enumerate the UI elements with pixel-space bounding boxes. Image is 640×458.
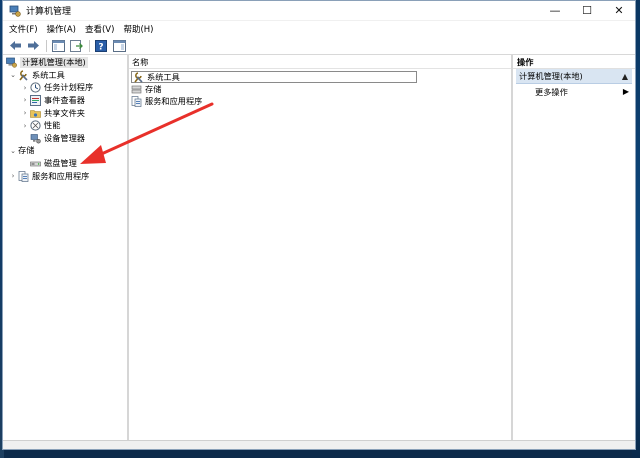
shared-folder-icon: [30, 109, 41, 118]
show-hide-tree-button[interactable]: [50, 38, 66, 54]
clock-icon: [30, 82, 41, 93]
panes: 计算机管理(本地) ⌄ 系统工具 › 任务计划程序 › 事件查看器 › 共享文件: [3, 55, 635, 440]
tree-item-event-viewer[interactable]: › 事件查看器: [3, 94, 127, 107]
export-list-button[interactable]: [68, 38, 84, 54]
storage-icon: [131, 85, 142, 93]
tree-label: 共享文件夹: [44, 107, 85, 118]
back-arrow-icon: [9, 41, 21, 50]
console-tree-icon: [51, 39, 65, 52]
computer-management-icon: [9, 5, 21, 17]
computer-management-icon: [6, 57, 17, 68]
help-button[interactable]: ?: [93, 38, 109, 54]
tree-label: 系统工具: [32, 69, 65, 80]
toolbar: ?: [3, 37, 635, 55]
tools-icon: [19, 70, 28, 81]
list-item-services-and-applications[interactable]: 服务和应用程序: [129, 95, 511, 107]
title-bar[interactable]: 计算机管理 — ☐ ✕: [3, 1, 635, 21]
actions-header: 操作: [513, 55, 635, 69]
collapsed-chevron-icon[interactable]: ›: [20, 95, 30, 105]
help-icon: ?: [95, 39, 107, 52]
show-hide-action-pane-button[interactable]: [111, 38, 127, 54]
tree-item-task-scheduler[interactable]: › 任务计划程序: [3, 82, 127, 95]
submenu-arrow-icon: ▶: [622, 87, 629, 96]
performance-icon: [30, 120, 41, 131]
tree-item-storage[interactable]: ⌄ 存储: [3, 145, 127, 158]
tree-item-system-tools[interactable]: ⌄ 系统工具: [3, 69, 127, 82]
forward-arrow-icon: [27, 41, 39, 50]
services-icon: [131, 95, 142, 107]
computer-management-window: 计算机管理 — ☐ ✕ 文件(F) 操作(A) 查看(V) 帮助(H) ? 计算…: [2, 0, 636, 450]
more-actions-label: 更多操作: [535, 87, 568, 97]
tree-item-services-and-applications[interactable]: › 服务和应用程序: [3, 170, 127, 183]
menu-bar: 文件(F) 操作(A) 查看(V) 帮助(H): [3, 21, 635, 37]
menu-action[interactable]: 操作(A): [47, 23, 76, 35]
minimize-button[interactable]: —: [539, 1, 571, 21]
results-pane[interactable]: 名称 系统工具 存储 服务和应用程序: [129, 55, 513, 440]
tree-label: 磁盘管理: [44, 157, 77, 168]
services-icon: [18, 170, 29, 182]
collapse-up-icon[interactable]: ▲: [622, 72, 628, 81]
collapsed-chevron-icon[interactable]: ›: [20, 83, 30, 93]
actions-group-computer-management[interactable]: 计算机管理(本地) ▲: [516, 69, 632, 84]
tree-label: 任务计划程序: [44, 82, 94, 93]
export-icon: [69, 39, 83, 52]
list-item-label: 服务和应用程序: [145, 96, 203, 106]
maximize-button[interactable]: ☐: [571, 1, 603, 21]
tree-label: 存储: [18, 145, 35, 156]
status-bar: [3, 440, 635, 449]
forward-button[interactable]: [25, 38, 41, 54]
actions-pane: 操作 计算机管理(本地) ▲ 更多操作 ▶: [513, 55, 635, 440]
tree-item-device-manager[interactable]: 设备管理器: [3, 132, 127, 145]
menu-help[interactable]: 帮助(H): [123, 23, 153, 35]
expanded-chevron-icon[interactable]: ⌄: [8, 70, 18, 80]
svg-text:?: ?: [98, 42, 103, 52]
collapsed-chevron-icon[interactable]: ›: [8, 171, 18, 181]
tree-item-disk-management[interactable]: 磁盘管理: [3, 157, 127, 170]
device-manager-icon: [30, 133, 41, 144]
toolbar-separator: [46, 39, 47, 52]
menu-view[interactable]: 查看(V): [85, 23, 114, 35]
tree-item-computer-management[interactable]: 计算机管理(本地): [3, 55, 127, 69]
toolbar-separator: [89, 39, 90, 52]
tree-label: 事件查看器: [44, 94, 85, 105]
close-button[interactable]: ✕: [603, 1, 635, 21]
disk-drive-icon: [30, 161, 41, 167]
tree-label: 性能: [44, 120, 61, 131]
list-item-storage[interactable]: 存储: [129, 83, 511, 95]
column-header-name[interactable]: 名称: [129, 55, 511, 69]
window-title: 计算机管理: [26, 7, 72, 17]
console-tree[interactable]: 计算机管理(本地) ⌄ 系统工具 › 任务计划程序 › 事件查看器 › 共享文件: [3, 55, 129, 440]
list-item-label: 系统工具: [147, 72, 180, 82]
tree-label: 设备管理器: [44, 132, 85, 143]
tree-label: 计算机管理(本地): [20, 56, 88, 68]
list-item-label: 存储: [145, 84, 162, 94]
tree-label: 服务和应用程序: [32, 170, 90, 181]
back-button[interactable]: [7, 38, 23, 54]
tree-item-performance[interactable]: › 性能: [3, 119, 127, 132]
action-pane-icon: [112, 39, 126, 52]
expanded-chevron-icon[interactable]: ⌄: [8, 146, 18, 156]
more-actions-item[interactable]: 更多操作 ▶: [513, 84, 635, 100]
tree-item-shared-folders[interactable]: › 共享文件夹: [3, 107, 127, 120]
list-item-system-tools[interactable]: 系统工具: [131, 71, 417, 83]
tools-icon: [134, 71, 143, 83]
menu-file[interactable]: 文件(F): [9, 23, 38, 35]
collapsed-chevron-icon[interactable]: ›: [20, 121, 30, 131]
actions-group-label: 计算机管理(本地): [519, 71, 583, 81]
collapsed-chevron-icon[interactable]: ›: [20, 108, 30, 118]
event-viewer-icon: [30, 94, 41, 106]
